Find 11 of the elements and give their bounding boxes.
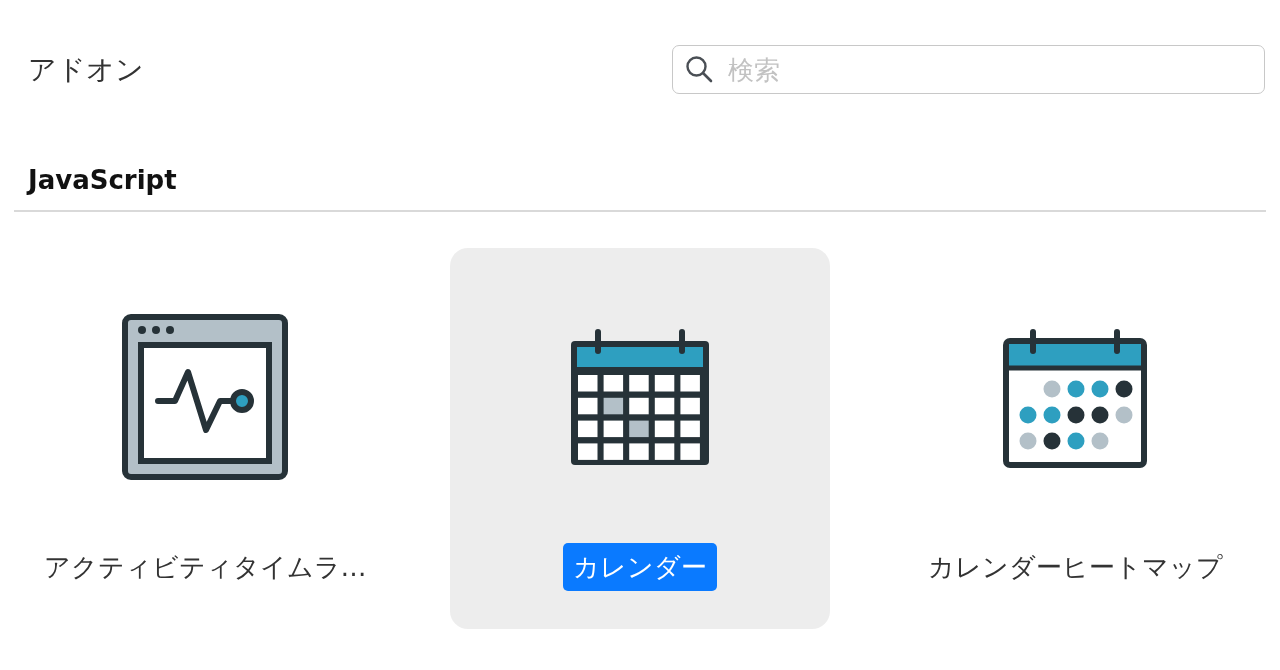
section-heading: JavaScript xyxy=(28,164,177,196)
addon-label: カレンダーヒートマップ xyxy=(926,550,1224,584)
calendar-heatmap-icon xyxy=(1003,326,1147,468)
addon-label: カレンダー xyxy=(563,543,717,591)
search-icon xyxy=(685,55,713,83)
activity-monitor-icon xyxy=(122,314,288,480)
addon-tile[interactable]: カレンダー xyxy=(450,248,830,629)
page-title: アドオン xyxy=(28,51,144,88)
calendar-icon xyxy=(568,326,712,468)
addon-label: アクティビティタイムラ… xyxy=(42,550,368,584)
search-field[interactable]: 検索 xyxy=(672,45,1265,94)
